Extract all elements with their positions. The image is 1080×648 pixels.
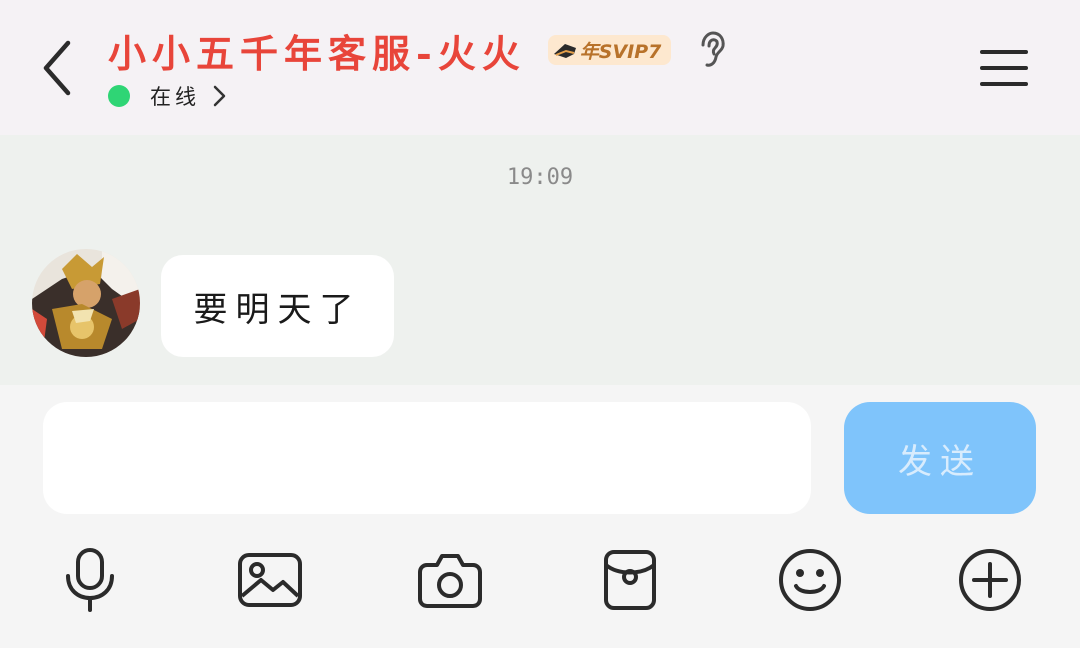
message-bubble[interactable]: 要明天了	[161, 255, 394, 357]
back-button[interactable]	[30, 36, 84, 100]
chat-screen: 小小五千年客服-火火 年SVIP7 在线 19:09 要明天了 发送	[0, 0, 1080, 648]
message-timestamp: 19:09	[506, 165, 574, 190]
ear-icon	[701, 31, 726, 67]
more-button[interactable]	[955, 545, 1025, 615]
red-packet-button[interactable]	[595, 545, 665, 615]
chevron-right-icon	[213, 85, 226, 107]
message-input[interactable]	[43, 402, 811, 514]
chevron-left-icon	[43, 40, 71, 96]
plus-icon	[959, 549, 1021, 611]
message-list[interactable]: 19:09 要明天了	[0, 135, 1080, 385]
emoji-button[interactable]	[775, 545, 845, 615]
microphone-icon	[66, 548, 114, 612]
image-button[interactable]	[235, 545, 305, 615]
camera-icon	[418, 554, 482, 608]
menu-button[interactable]	[976, 44, 1032, 92]
camera-button[interactable]	[415, 545, 485, 615]
message-text: 要明天了	[193, 289, 362, 330]
voice-button[interactable]	[55, 545, 125, 615]
chat-header: 小小五千年客服-火火 年SVIP7 在线	[0, 0, 1080, 135]
vip-crown-icon	[553, 44, 576, 58]
vip-badge[interactable]: 年SVIP7	[547, 35, 672, 65]
contact-avatar[interactable]	[32, 249, 140, 357]
contact-name[interactable]: 小小五千年客服-火火	[108, 23, 526, 78]
online-status-dot	[108, 85, 130, 107]
vip-badge-label: 年SVIP7	[579, 40, 662, 63]
ear-mode-button[interactable]	[695, 30, 729, 70]
status-row[interactable]: 在线	[108, 82, 226, 110]
red-packet-icon	[604, 550, 656, 610]
send-button[interactable]: 发送	[844, 402, 1036, 514]
image-icon	[238, 553, 302, 607]
emoji-icon	[779, 549, 841, 611]
status-text: 在线	[150, 85, 200, 109]
avatar-image	[32, 249, 140, 357]
composer: 发送	[0, 385, 1080, 648]
title-row: 小小五千年客服-火火 年SVIP7	[108, 26, 729, 76]
menu-icon	[980, 50, 1028, 86]
